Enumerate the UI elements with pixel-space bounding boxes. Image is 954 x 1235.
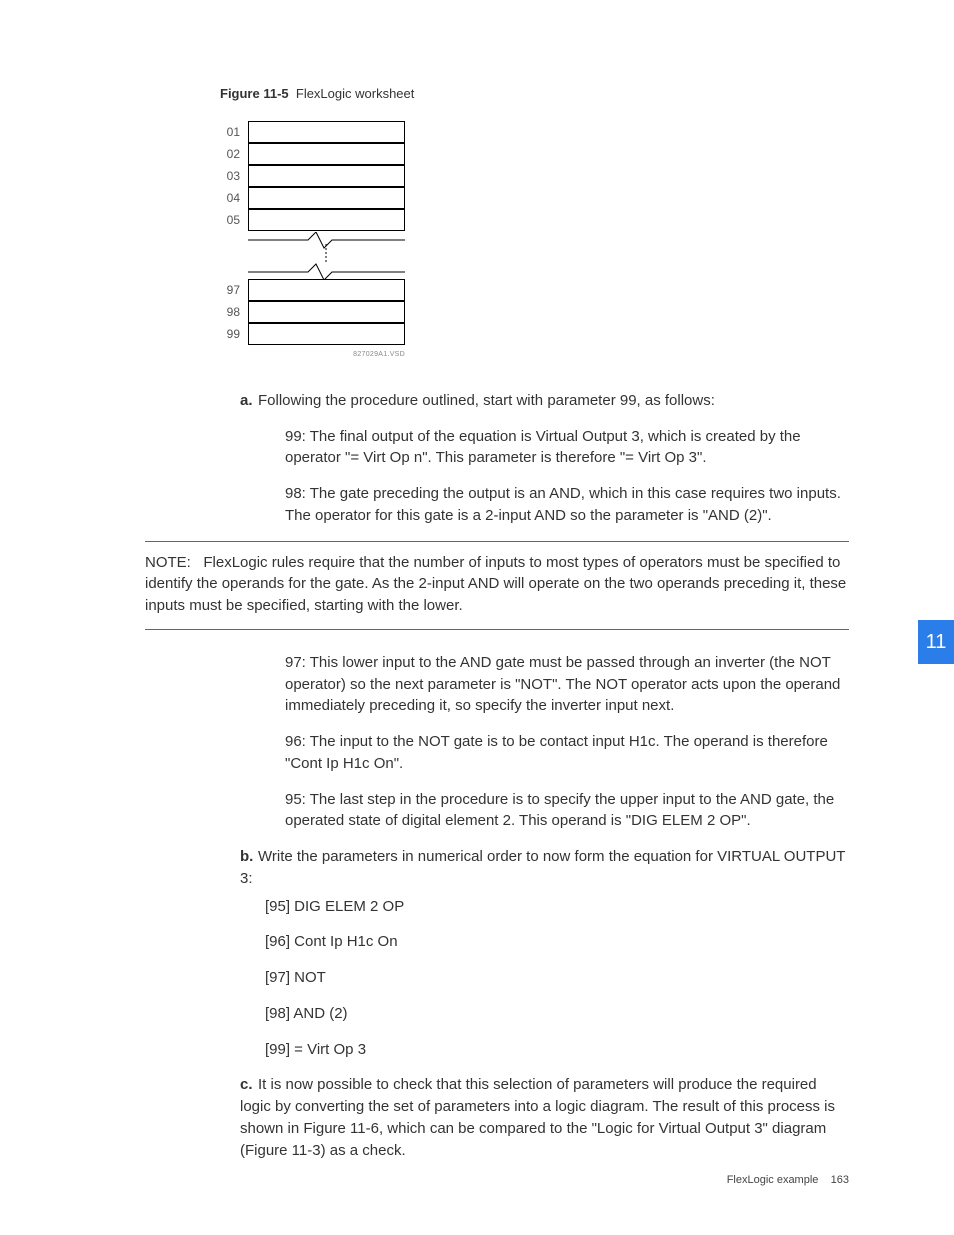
- step-b: b.Write the parameters in numerical orde…: [240, 846, 849, 890]
- step-c: c.It is now possible to check that this …: [240, 1074, 849, 1161]
- step-letter: a.: [240, 390, 258, 412]
- row-number: 04: [220, 190, 248, 207]
- note-label: NOTE:: [145, 554, 191, 571]
- flexlogic-worksheet-figure: 01 02 03 04 05 97 98 99 827029A1.VSD: [220, 122, 405, 360]
- page-content: Figure 11-5 FlexLogic worksheet 01 02 03…: [0, 0, 954, 1235]
- worksheet-row: 97: [220, 280, 405, 302]
- row-number: 03: [220, 168, 248, 185]
- row-number: 01: [220, 124, 248, 141]
- footer-section: FlexLogic example: [727, 1174, 819, 1186]
- figure-title: FlexLogic worksheet: [296, 86, 415, 101]
- row-cell: [248, 279, 405, 301]
- row-cell: [248, 323, 405, 345]
- worksheet-top-section: 01 02 03 04 05: [220, 122, 405, 232]
- equation-line: [99] = Virt Op 3: [265, 1039, 849, 1061]
- worksheet-bottom-section: 97 98 99: [220, 280, 405, 346]
- note-block: NOTE: FlexLogic rules require that the n…: [145, 552, 849, 617]
- row-cell: [248, 165, 405, 187]
- worksheet-source-label: 827029A1.VSD: [220, 350, 405, 360]
- step-a-intro: Following the procedure outlined, start …: [258, 392, 715, 409]
- note-divider-top: [145, 541, 849, 542]
- chapter-tab: 11: [918, 620, 954, 664]
- worksheet-break-icon: [248, 232, 405, 280]
- row-cell: [248, 121, 405, 143]
- row-number: 98: [220, 304, 248, 321]
- step-letter: c.: [240, 1074, 258, 1096]
- figure-caption: Figure 11-5 FlexLogic worksheet: [220, 85, 849, 104]
- worksheet-row: 03: [220, 166, 405, 188]
- step-c-text: It is now possible to check that this se…: [240, 1076, 835, 1158]
- worksheet-row: 99: [220, 324, 405, 346]
- param-96-text: 96: The input to the NOT gate is to be c…: [285, 731, 849, 775]
- row-cell: [248, 301, 405, 323]
- equation-line: [95] DIG ELEM 2 OP: [265, 896, 849, 918]
- equation-line: [97] NOT: [265, 967, 849, 989]
- worksheet-row: 02: [220, 144, 405, 166]
- step-b-intro: Write the parameters in numerical order …: [240, 848, 845, 887]
- worksheet-row: 04: [220, 188, 405, 210]
- param-98-text: 98: The gate preceding the output is an …: [285, 483, 849, 527]
- worksheet-row: 01: [220, 122, 405, 144]
- param-95-text: 95: The last step in the procedure is to…: [285, 789, 849, 833]
- row-number: 99: [220, 326, 248, 343]
- figure-label: Figure 11-5: [220, 86, 289, 101]
- param-97-text: 97: This lower input to the AND gate mus…: [285, 652, 849, 717]
- note-divider-bottom: [145, 629, 849, 630]
- footer-page-number: 163: [831, 1174, 849, 1186]
- equation-line: [98] AND (2): [265, 1003, 849, 1025]
- row-number: 05: [220, 212, 248, 229]
- param-99-text: 99: The final output of the equation is …: [285, 426, 849, 470]
- row-number: 97: [220, 282, 248, 299]
- row-cell: [248, 187, 405, 209]
- worksheet-row: 98: [220, 302, 405, 324]
- chapter-number: 11: [926, 628, 947, 657]
- row-cell: [248, 143, 405, 165]
- row-number: 02: [220, 146, 248, 163]
- equation-line: [96] Cont Ip H1c On: [265, 931, 849, 953]
- note-text: FlexLogic rules require that the number …: [145, 554, 846, 615]
- page-footer: FlexLogic example 163: [727, 1173, 849, 1189]
- step-letter: b.: [240, 846, 258, 868]
- row-cell: [248, 209, 405, 231]
- step-a: a.Following the procedure outlined, star…: [240, 390, 849, 412]
- worksheet-row: 05: [220, 210, 405, 232]
